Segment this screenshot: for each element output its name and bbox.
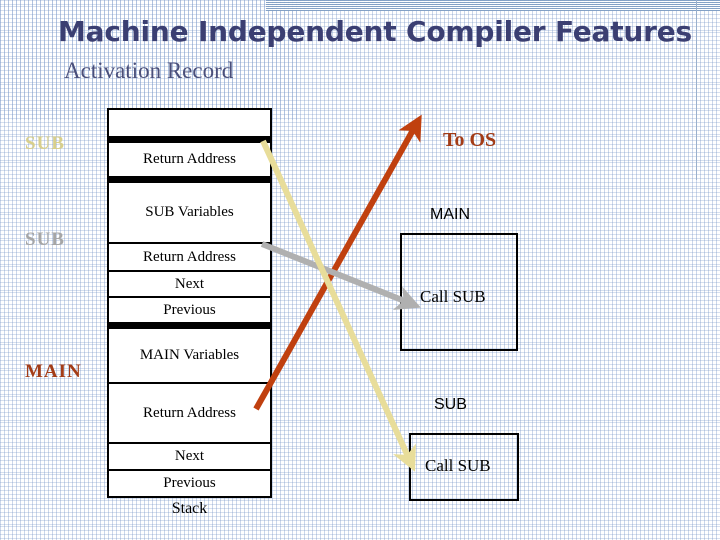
frame-title-main: MAIN bbox=[430, 206, 470, 223]
return-to-os-arrow bbox=[253, 114, 422, 411]
activation-record-stack: Return Address SUB Variables Return Addres… bbox=[107, 108, 272, 498]
side-label-main: MAIN bbox=[25, 361, 82, 382]
stack-row: Return Address bbox=[109, 242, 270, 270]
code-text-sub: Call SUB bbox=[425, 456, 491, 475]
stack-row bbox=[109, 110, 270, 136]
stack-row: SUB Variables bbox=[109, 176, 270, 242]
code-text-main: Call SUB bbox=[420, 287, 486, 306]
sub-calls-sub-arrow bbox=[260, 139, 416, 472]
page-subtitle: Activation Record bbox=[64, 58, 234, 83]
stack-row: Previous bbox=[109, 469, 270, 496]
frame-title-sub: SUB bbox=[434, 396, 467, 413]
stack-caption: Stack bbox=[171, 500, 208, 517]
top-decorative-band bbox=[266, 0, 720, 11]
stack-row: Return Address bbox=[109, 136, 270, 176]
page-title: Machine Independent Compiler Features bbox=[58, 15, 693, 48]
stack-row: Previous bbox=[109, 296, 270, 322]
stack-row: Next bbox=[109, 270, 270, 296]
stack-row: Next bbox=[109, 442, 270, 469]
main-calls-sub-arrow bbox=[260, 241, 421, 310]
stack-row: MAIN Variables bbox=[109, 322, 270, 382]
stack-row: Return Address bbox=[109, 382, 270, 442]
side-label-sub-top: SUB bbox=[25, 133, 65, 154]
to-os-label: To OS bbox=[443, 129, 497, 151]
side-label-sub-mid: SUB bbox=[25, 229, 65, 250]
